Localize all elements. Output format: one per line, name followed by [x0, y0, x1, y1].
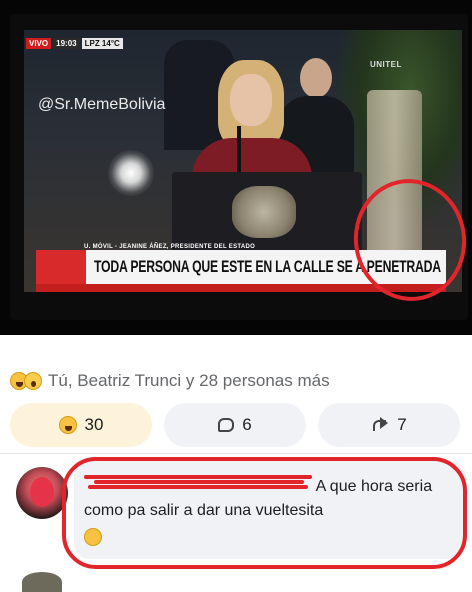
broadcast-location: LPZ 14°C [81, 38, 123, 49]
broadcast-time: 19:03 [53, 38, 80, 49]
stage-light [108, 150, 154, 196]
share-count: 7 [397, 415, 407, 434]
commenter-avatar[interactable] [16, 467, 68, 519]
reactions-text: Tú, Beatriz Trunci y 28 personas más [48, 371, 330, 390]
chyron-logo-block [36, 250, 90, 284]
channel-logo: UNITEL [370, 60, 402, 69]
tv-photo: VIVO 19:03 LPZ 14°C UNITEL @Sr.MemeBoliv… [0, 0, 472, 335]
reaction-button[interactable]: 30 [10, 403, 152, 447]
reaction-count: 30 [84, 415, 104, 434]
comment-button[interactable]: 6 [164, 403, 306, 447]
share-button[interactable]: 7 [318, 403, 460, 447]
watermark: @Sr.MemeBolivia [38, 96, 166, 113]
reactions-summary[interactable]: Tú, Beatriz Trunci y 28 personas más [10, 371, 330, 391]
coat-of-arms [232, 186, 296, 238]
annotation-circle-comment [62, 457, 467, 569]
live-badge: VIVO 19:03 LPZ 14°C [26, 38, 123, 49]
comment-icon [218, 418, 235, 432]
avatar-scribble [30, 477, 54, 507]
microphone [237, 126, 241, 174]
divider [0, 453, 472, 454]
live-label: VIVO [26, 38, 52, 49]
share-icon [371, 417, 389, 433]
next-commenter-avatar[interactable] [22, 572, 62, 592]
comment-count: 6 [242, 415, 252, 434]
wow-reaction-icon [24, 372, 42, 390]
haha-icon [58, 416, 77, 434]
facebook-post-footer: Tú, Beatriz Trunci y 28 personas más 30 … [0, 335, 472, 592]
